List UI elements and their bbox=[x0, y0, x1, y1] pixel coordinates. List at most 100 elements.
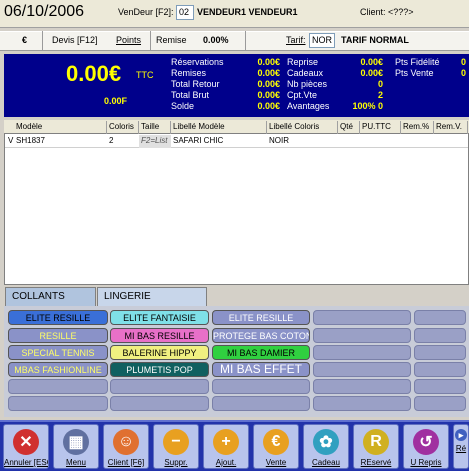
empty-product-slot[interactable] bbox=[212, 379, 310, 394]
product-button[interactable]: MI BAS RESILLE bbox=[110, 328, 209, 343]
cell-libelle-modele: SAFARI CHIC bbox=[173, 136, 224, 145]
product-button[interactable]: PLUMETIS POP bbox=[110, 362, 209, 377]
reservations-value: 0.00€ bbox=[257, 57, 280, 67]
toolbar-button-label: Ré bbox=[455, 444, 467, 453]
empty-product-slot[interactable] bbox=[414, 310, 466, 325]
more-icon: ▸ bbox=[455, 429, 467, 441]
empty-product-slot[interactable] bbox=[110, 379, 209, 394]
ttc-label: TTC bbox=[136, 70, 154, 80]
delete-icon: − bbox=[163, 429, 189, 455]
empty-product-slot[interactable] bbox=[8, 396, 108, 411]
currency-button[interactable]: € bbox=[22, 35, 27, 45]
cpt-vte-label: Cpt.Vte bbox=[287, 90, 318, 100]
product-button[interactable]: ELITE RESILLE bbox=[212, 310, 310, 325]
sale-icon: € bbox=[263, 429, 289, 455]
empty-product-slot[interactable] bbox=[313, 362, 411, 377]
reprise-value: 0.00€ bbox=[360, 57, 383, 67]
product-button[interactable]: BALERINE HIPPY bbox=[110, 345, 209, 360]
add-button[interactable]: + Ajout. bbox=[203, 424, 249, 469]
return-button[interactable]: ↺ U Repris bbox=[403, 424, 449, 469]
empty-product-slot[interactable] bbox=[313, 328, 411, 343]
menu-icon: ▦ bbox=[63, 429, 89, 455]
empty-product-slot[interactable] bbox=[212, 396, 310, 411]
tarif-label[interactable]: Tarif: bbox=[286, 35, 306, 45]
cancel-button[interactable]: ✕ Annuler [ESC] bbox=[3, 424, 49, 469]
reservations-label: Réservations bbox=[171, 57, 224, 67]
total-retour-label: Total Retour bbox=[171, 79, 220, 89]
cell-modele[interactable]: SH1837 bbox=[14, 135, 107, 148]
empty-product-slot[interactable] bbox=[8, 379, 108, 394]
return-icon: ↺ bbox=[413, 429, 439, 455]
solde-label: Solde bbox=[171, 101, 195, 111]
product-button[interactable]: SPECIAL TENNIS bbox=[8, 345, 108, 360]
reserved-button[interactable]: R REservé bbox=[353, 424, 399, 469]
delete-button[interactable]: − Suppr. bbox=[153, 424, 199, 469]
total-brut-label: Total Brut bbox=[171, 90, 210, 100]
pts-fidelite-label: Pts Fidélité bbox=[395, 57, 440, 67]
empty-product-slot[interactable] bbox=[313, 310, 411, 325]
cadeaux-value: 0.00€ bbox=[360, 68, 383, 78]
empty-product-slot[interactable] bbox=[414, 379, 466, 394]
toolbar-button-label: Client [F6] bbox=[107, 458, 145, 467]
vendeur-code-input[interactable]: 02 bbox=[176, 5, 194, 20]
empty-product-slot[interactable] bbox=[414, 362, 466, 377]
toolbar-button-label: Vente bbox=[265, 458, 287, 467]
nb-pieces-label: Nb pièces bbox=[287, 79, 328, 89]
product-button[interactable]: ELITE FANTAISIE bbox=[110, 310, 209, 325]
empty-product-slot[interactable] bbox=[414, 328, 466, 343]
total-brut-value: 0.00€ bbox=[257, 90, 280, 100]
nb-pieces-value: 0 bbox=[377, 79, 383, 89]
gift-icon: ✿ bbox=[313, 429, 339, 455]
col-header-libelle-coloris[interactable]: Libellé Coloris bbox=[267, 121, 338, 134]
cell-taille[interactable]: F2=List bbox=[139, 135, 171, 148]
toolbar-button-label: Suppr. bbox=[164, 458, 188, 467]
col-header-rem-v[interactable]: Rem.V. bbox=[434, 121, 468, 134]
more-button[interactable]: ▸ Ré bbox=[453, 424, 469, 469]
tab-collants[interactable]: COLLANTS bbox=[5, 287, 96, 306]
total-retour-value: 0.00€ bbox=[257, 79, 280, 89]
divider bbox=[245, 31, 246, 51]
client-label[interactable]: Client: <???> bbox=[360, 7, 414, 17]
tarif-code-input[interactable]: NOR bbox=[309, 33, 335, 48]
pts-vente-label: Pts Vente bbox=[395, 68, 434, 78]
empty-product-slot[interactable] bbox=[414, 345, 466, 360]
cell-coloris[interactable]: 2 bbox=[107, 135, 139, 148]
product-button[interactable]: ELITE RESILLE bbox=[8, 310, 108, 325]
add-icon: + bbox=[213, 429, 239, 455]
cell-libelle-coloris: NOIR bbox=[269, 136, 289, 145]
col-header-coloris[interactable]: Coloris bbox=[107, 121, 139, 134]
points-button[interactable]: Points bbox=[116, 35, 141, 45]
empty-product-slot[interactable] bbox=[414, 396, 466, 411]
col-header-rem-pct[interactable]: Rem.% bbox=[401, 121, 434, 134]
avantages-value: 100% 0 bbox=[352, 101, 383, 111]
client-button[interactable]: ☺ Client [F6] bbox=[103, 424, 149, 469]
franc-total: 0.00F bbox=[104, 96, 128, 106]
product-button[interactable]: PROTEGE BAS COTON bbox=[212, 328, 310, 343]
reprise-label: Reprise bbox=[287, 57, 319, 67]
toolbar-button-label: Annuler [ESC] bbox=[4, 458, 48, 467]
client-icon: ☺ bbox=[113, 429, 139, 455]
col-header-libelle-modele[interactable]: Libellé Modèle bbox=[171, 121, 267, 134]
menu-button[interactable]: ▦ Menu bbox=[53, 424, 99, 469]
product-button[interactable]: RESILLE bbox=[8, 328, 108, 343]
empty-product-slot[interactable] bbox=[313, 345, 411, 360]
product-button[interactable]: MI BAS EFFET bbox=[212, 362, 310, 377]
empty-product-slot[interactable] bbox=[313, 396, 411, 411]
tab-lingerie[interactable]: LINGERIE bbox=[97, 287, 207, 306]
pts-vente-value: 0 bbox=[460, 68, 466, 78]
remise-label[interactable]: Remise bbox=[156, 35, 187, 45]
toolbar-button-label: REservé bbox=[360, 458, 392, 467]
sale-button[interactable]: € Vente bbox=[253, 424, 299, 469]
col-header-pu-ttc[interactable]: PU.TTC bbox=[360, 121, 401, 134]
empty-product-slot[interactable] bbox=[313, 379, 411, 394]
gift-button[interactable]: ✿ Cadeau bbox=[303, 424, 349, 469]
col-header-modele[interactable]: Modèle bbox=[14, 121, 107, 134]
remises-value: 0.00€ bbox=[257, 68, 280, 78]
empty-product-slot[interactable] bbox=[110, 396, 209, 411]
col-header-taille[interactable]: Taille bbox=[139, 121, 171, 134]
remises-label: Remises bbox=[171, 68, 207, 78]
col-header-qte[interactable]: Qté bbox=[338, 121, 360, 134]
devis-button[interactable]: Devis [F12] bbox=[52, 35, 98, 45]
product-button[interactable]: MI BAS DAMIER bbox=[212, 345, 310, 360]
product-button[interactable]: MBAS FASHIONLINE bbox=[8, 362, 108, 377]
